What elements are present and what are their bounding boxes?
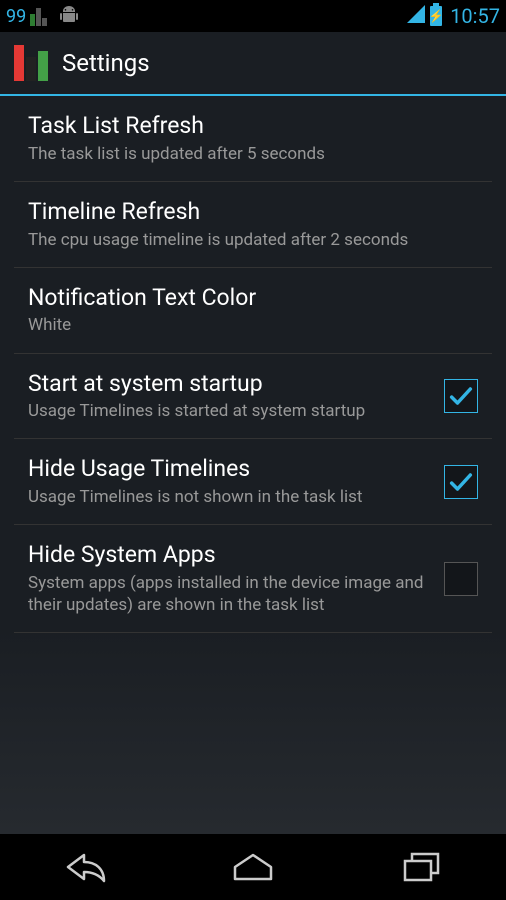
setting-item[interactable]: Hide Usage TimelinesUsage Timelines is n… <box>14 439 492 525</box>
navigation-bar <box>0 834 506 900</box>
status-bar[interactable]: 99 ⚡ 10:57 <box>0 0 506 32</box>
checkbox[interactable] <box>444 465 478 499</box>
setting-item[interactable]: Hide System AppsSystem apps (apps instal… <box>14 525 492 633</box>
setting-body: Task List RefreshThe task list is update… <box>28 112 478 165</box>
checkmark-icon <box>447 468 475 496</box>
battery-icon: ⚡ <box>430 6 442 26</box>
checkbox[interactable] <box>444 379 478 413</box>
cpu-bars-icon <box>30 6 47 26</box>
setting-subtitle: The task list is updated after 5 seconds <box>28 143 468 165</box>
setting-body: Notification Text ColorWhite <box>28 284 478 337</box>
status-number: 99 <box>6 6 26 27</box>
setting-subtitle: System apps (apps installed in the devic… <box>28 572 434 616</box>
setting-title: Hide Usage Timelines <box>28 455 434 484</box>
setting-body: Start at system startupUsage Timelines i… <box>28 370 444 423</box>
setting-body: Timeline RefreshThe cpu usage timeline i… <box>28 198 478 251</box>
clock: 10:57 <box>450 4 500 28</box>
app-bar: Settings <box>0 32 506 96</box>
setting-title: Notification Text Color <box>28 284 468 313</box>
setting-title: Timeline Refresh <box>28 198 468 227</box>
setting-item[interactable]: Task List RefreshThe task list is update… <box>14 96 492 182</box>
page-title: Settings <box>62 49 150 77</box>
setting-title: Start at system startup <box>28 370 434 399</box>
android-icon <box>57 6 81 27</box>
setting-subtitle: The cpu usage timeline is updated after … <box>28 229 468 251</box>
setting-item[interactable]: Notification Text ColorWhite <box>14 268 492 354</box>
settings-list: Task List RefreshThe task list is update… <box>0 96 506 633</box>
setting-body: Hide Usage TimelinesUsage Timelines is n… <box>28 455 444 508</box>
setting-subtitle: Usage Timelines is not shown in the task… <box>28 486 434 508</box>
app-icon <box>14 45 48 81</box>
back-button[interactable] <box>44 842 124 892</box>
setting-title: Hide System Apps <box>28 541 434 570</box>
status-left: 99 <box>6 6 81 27</box>
status-right: ⚡ 10:57 <box>406 4 500 29</box>
checkbox[interactable] <box>444 562 478 596</box>
home-button[interactable] <box>213 842 293 892</box>
setting-subtitle: Usage Timelines is started at system sta… <box>28 400 434 422</box>
setting-title: Task List Refresh <box>28 112 468 141</box>
signal-icon <box>406 4 426 29</box>
setting-item[interactable]: Start at system startupUsage Timelines i… <box>14 354 492 440</box>
setting-body: Hide System AppsSystem apps (apps instal… <box>28 541 444 616</box>
checkmark-icon <box>447 382 475 410</box>
setting-subtitle: White <box>28 314 468 336</box>
setting-item[interactable]: Timeline RefreshThe cpu usage timeline i… <box>14 182 492 268</box>
recent-apps-button[interactable] <box>382 842 462 892</box>
